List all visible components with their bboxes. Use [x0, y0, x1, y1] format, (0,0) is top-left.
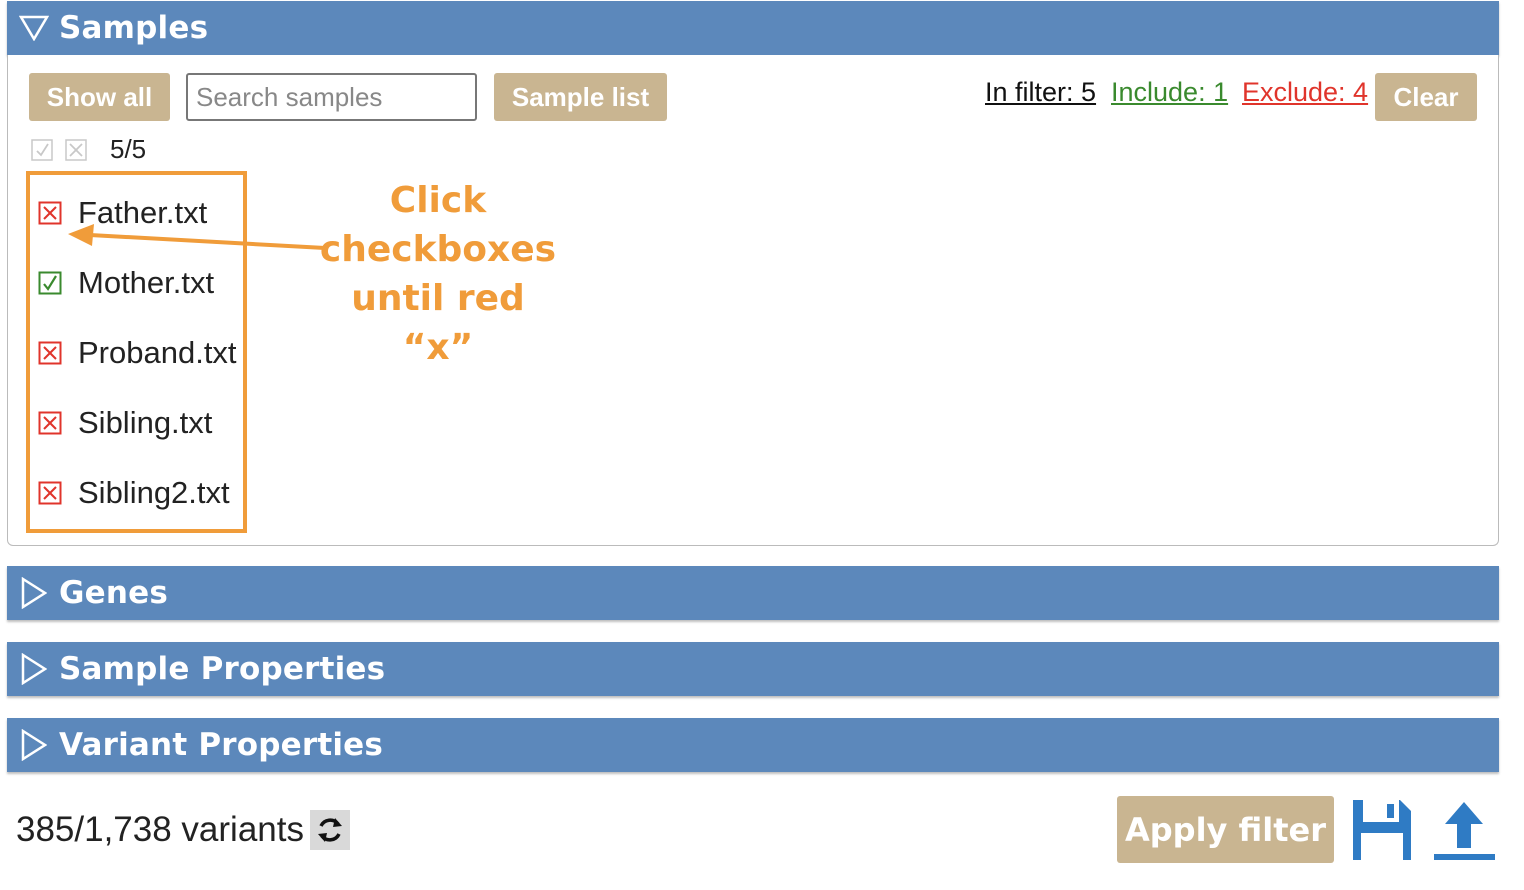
exclude-link[interactable]: Exclude: 4 [1242, 77, 1368, 108]
samples-panel-header[interactable]: Samples [7, 1, 1499, 55]
variant-properties-panel-title: Variant Properties [59, 727, 384, 763]
sample-list-button[interactable]: Sample list [494, 73, 667, 121]
exclude-checkbox-icon[interactable] [38, 341, 62, 365]
refresh-icon[interactable] [309, 810, 350, 850]
genes-panel-title: Genes [59, 575, 169, 611]
sample-row-sibling[interactable]: Sibling.txt [38, 403, 212, 443]
apply-filter-button[interactable]: Apply filter [1117, 796, 1334, 863]
samples-panel-title: Samples [59, 10, 209, 46]
search-samples-input[interactable] [186, 73, 477, 121]
triangle-right-icon [17, 576, 51, 610]
sample-name: Sibling.txt [78, 405, 213, 440]
clear-button[interactable]: Clear [1375, 73, 1477, 121]
exclude-checkbox-icon[interactable] [38, 481, 62, 505]
sample-row-proband[interactable]: Proband.txt [38, 333, 237, 373]
annotation-line: checkboxes [319, 229, 557, 270]
triangle-right-icon [17, 728, 51, 762]
sample-name: Proband.txt [78, 335, 237, 370]
variants-text: 385/1,738 variants [16, 810, 304, 849]
sample-name: Mother.txt [78, 265, 215, 300]
selection-count: 5/5 [110, 134, 147, 164]
variant-properties-panel-header[interactable]: Variant Properties [7, 718, 1499, 772]
in-filter-link[interactable]: In filter: 5 [985, 77, 1096, 108]
exclude-checkbox-icon[interactable] [38, 411, 62, 435]
sample-row-sibling2[interactable]: Sibling2.txt [38, 473, 230, 513]
annotation-text: Click checkboxes until red “x” [310, 176, 566, 372]
floppy-disk-icon[interactable] [1350, 797, 1414, 863]
show-all-button[interactable]: Show all [29, 73, 170, 121]
include-checkbox-icon[interactable] [38, 271, 62, 295]
upload-arrow-icon[interactable] [1433, 800, 1496, 862]
sample-row-mother[interactable]: Mother.txt [38, 263, 214, 303]
exclude-all-checkbox-icon[interactable] [65, 139, 87, 161]
variants-count: 385/1,738 variants [16, 810, 350, 850]
annotation-line: until red “x” [351, 278, 525, 368]
exclude-checkbox-icon[interactable] [38, 201, 62, 225]
genes-panel-header[interactable]: Genes [7, 566, 1499, 620]
include-link[interactable]: Include: 1 [1111, 77, 1228, 108]
sample-properties-panel-header[interactable]: Sample Properties [7, 642, 1499, 696]
annotation-arrow-icon [68, 224, 326, 250]
annotation-line: Click [389, 180, 487, 221]
include-all-checkbox-icon[interactable] [31, 139, 53, 161]
triangle-right-icon [17, 652, 51, 686]
triangle-down-icon [17, 11, 51, 45]
sample-properties-panel-title: Sample Properties [59, 651, 386, 687]
sample-name: Sibling2.txt [78, 475, 230, 510]
